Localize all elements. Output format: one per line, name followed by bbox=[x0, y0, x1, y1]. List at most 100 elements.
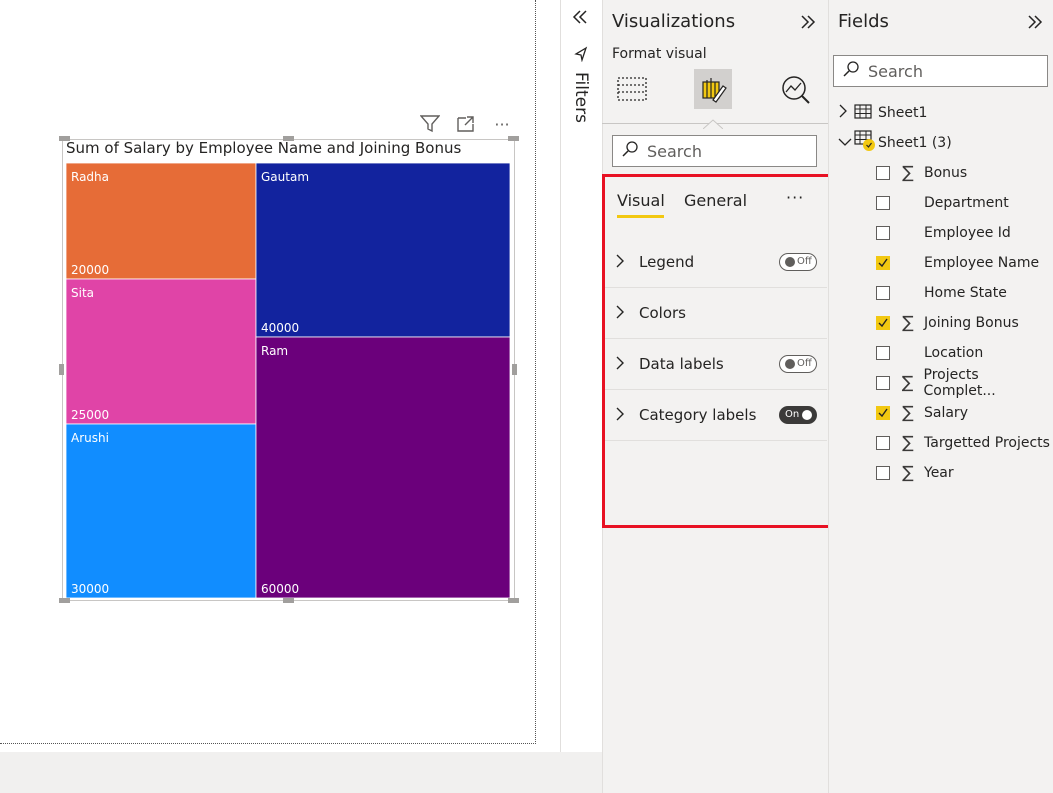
search-icon bbox=[842, 60, 860, 82]
format-visual-label: Format visual bbox=[612, 46, 707, 62]
tab-visual[interactable]: Visual bbox=[617, 191, 665, 210]
selected-tab-caret-icon bbox=[702, 114, 724, 133]
section-legend[interactable]: Legend Off bbox=[605, 237, 827, 288]
tab-more-options[interactable]: ··· bbox=[786, 188, 804, 207]
table-sheet1-3[interactable]: Sheet1 (3) bbox=[838, 128, 952, 158]
resize-handle-bottom-left[interactable] bbox=[59, 598, 70, 603]
treemap-tile-ram[interactable] bbox=[255, 336, 510, 598]
field-item[interactable]: Location bbox=[876, 338, 1053, 368]
section-colors[interactable]: Colors bbox=[605, 288, 827, 339]
resize-handle-right[interactable] bbox=[512, 364, 517, 375]
table-label: Sheet1 bbox=[878, 105, 928, 121]
visual-title: Sum of Salary by Employee Name and Joini… bbox=[66, 139, 462, 157]
toggle-knob bbox=[785, 359, 795, 369]
checkmark-icon bbox=[878, 318, 888, 328]
field-checkbox[interactable] bbox=[876, 316, 890, 330]
table-sheet1[interactable]: Sheet1 bbox=[838, 98, 927, 128]
chevron-right-icon bbox=[615, 355, 625, 374]
resize-handle-bottom[interactable] bbox=[283, 598, 294, 603]
section-label: Colors bbox=[639, 304, 686, 322]
field-item[interactable]: Home State bbox=[876, 278, 1053, 308]
field-checkbox[interactable] bbox=[876, 466, 890, 480]
sigma-icon: ∑ bbox=[902, 433, 914, 453]
table-label: Sheet1 (3) bbox=[878, 135, 952, 151]
field-checkbox[interactable] bbox=[876, 256, 890, 270]
field-item[interactable]: ∑ Bonus bbox=[876, 158, 1053, 188]
section-data-labels[interactable]: Data labels Off bbox=[605, 339, 827, 390]
filters-label[interactable]: Filters bbox=[571, 72, 591, 123]
toggle-state: Off bbox=[797, 256, 812, 267]
tab-general[interactable]: General bbox=[684, 191, 747, 210]
section-label: Category labels bbox=[639, 406, 757, 424]
table-used-icon bbox=[854, 130, 876, 156]
field-label: Targetted Projects bbox=[924, 435, 1050, 451]
field-item[interactable]: Employee Id bbox=[876, 218, 1053, 248]
more-options-icon[interactable]: ··· bbox=[490, 113, 514, 135]
field-item[interactable]: Department bbox=[876, 188, 1053, 218]
chevron-right-icon bbox=[615, 253, 625, 272]
field-item[interactable]: ∑ Targetted Projects bbox=[876, 428, 1053, 458]
treemap-tile-sita[interactable] bbox=[66, 278, 257, 425]
format-search-input[interactable]: Search bbox=[612, 135, 817, 167]
table-icon bbox=[854, 103, 872, 123]
field-list: ∑ Bonus Department Employee Id Employee Name… bbox=[876, 158, 1053, 488]
filter-icon[interactable] bbox=[418, 113, 442, 135]
focus-mode-icon[interactable] bbox=[454, 113, 478, 135]
field-item[interactable]: ∑ Projects Complet... bbox=[876, 367, 1053, 399]
visual-header: ··· bbox=[418, 113, 514, 135]
build-visual-icon[interactable] bbox=[613, 69, 651, 109]
tile-category-label: Ram bbox=[261, 344, 288, 358]
field-label: Location bbox=[924, 345, 984, 361]
field-label: Bonus bbox=[924, 165, 968, 181]
tile-value-label: 40000 bbox=[261, 321, 299, 335]
section-label: Data labels bbox=[639, 355, 724, 373]
legend-toggle[interactable]: Off bbox=[779, 253, 817, 271]
treemap-tile-arushi[interactable] bbox=[66, 423, 257, 598]
field-label: Employee Name bbox=[924, 255, 1040, 271]
analytics-icon[interactable] bbox=[777, 69, 815, 109]
field-checkbox[interactable] bbox=[876, 376, 890, 390]
collapse-right-icon[interactable] bbox=[799, 13, 817, 35]
sigma-icon: ∑ bbox=[902, 163, 914, 183]
sigma-icon: ∑ bbox=[902, 403, 914, 423]
field-checkbox[interactable] bbox=[876, 286, 890, 300]
page-tabs-bar bbox=[0, 752, 602, 793]
tile-value-label: 20000 bbox=[71, 263, 109, 277]
visualizations-title: Visualizations bbox=[612, 11, 736, 32]
chevron-right-icon bbox=[615, 304, 625, 323]
checkmark-icon bbox=[878, 258, 888, 268]
field-item[interactable]: ∑ Salary bbox=[876, 398, 1053, 428]
field-checkbox[interactable] bbox=[876, 196, 890, 210]
field-label: Employee Id bbox=[924, 225, 1011, 241]
collapse-left-icon[interactable] bbox=[571, 8, 589, 30]
resize-handle-left[interactable] bbox=[59, 364, 64, 375]
field-checkbox[interactable] bbox=[876, 226, 890, 240]
toggle-knob bbox=[785, 257, 795, 267]
category-labels-toggle[interactable]: On bbox=[779, 406, 817, 424]
data-labels-toggle[interactable]: Off bbox=[779, 355, 817, 373]
field-checkbox[interactable] bbox=[876, 406, 890, 420]
resize-handle-top-right[interactable] bbox=[508, 136, 519, 141]
fields-search-input[interactable]: Search bbox=[833, 55, 1048, 87]
tile-category-label: Gautam bbox=[261, 170, 309, 184]
tile-value-label: 30000 bbox=[71, 582, 109, 596]
tile-value-label: 60000 bbox=[261, 582, 299, 596]
field-checkbox[interactable] bbox=[876, 166, 890, 180]
section-category-labels[interactable]: Category labels On bbox=[605, 390, 827, 441]
toggle-knob bbox=[802, 410, 812, 420]
field-label: Projects Complet... bbox=[923, 367, 996, 399]
field-checkbox[interactable] bbox=[876, 436, 890, 450]
fields-title: Fields bbox=[838, 11, 889, 32]
field-label: Department bbox=[924, 195, 1009, 211]
active-tab-underline bbox=[617, 215, 664, 218]
field-item[interactable]: ∑ Year bbox=[876, 458, 1053, 488]
sigma-icon: ∑ bbox=[902, 463, 914, 483]
chevron-down-icon bbox=[838, 135, 854, 151]
treemap-tile-gautam[interactable] bbox=[255, 163, 510, 338]
field-item[interactable]: Employee Name bbox=[876, 248, 1053, 278]
collapse-right-icon[interactable] bbox=[1026, 13, 1044, 35]
resize-handle-bottom-right[interactable] bbox=[508, 598, 519, 603]
format-visual-icon[interactable] bbox=[694, 69, 732, 109]
field-item[interactable]: ∑ Joining Bonus bbox=[876, 308, 1053, 338]
field-checkbox[interactable] bbox=[876, 346, 890, 360]
